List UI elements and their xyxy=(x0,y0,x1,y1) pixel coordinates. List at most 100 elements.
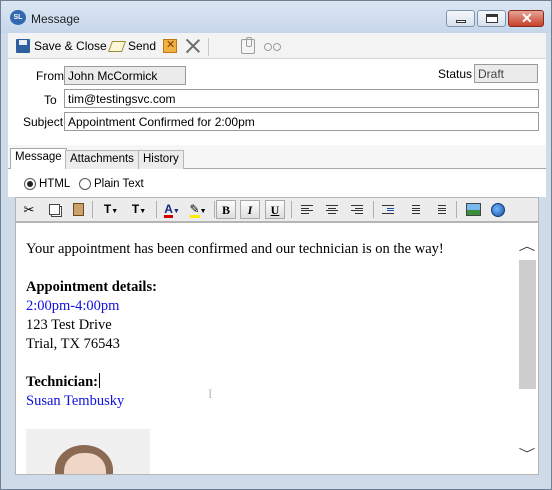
align-center-icon xyxy=(326,205,338,214)
subject-label: Subject xyxy=(23,115,64,129)
intro-text: Your appointment has been confirmed and … xyxy=(26,241,444,257)
to-field[interactable]: tim@testingsvc.com xyxy=(64,89,539,108)
technician-heading: Technician: xyxy=(26,374,98,390)
tab-message[interactable]: Message xyxy=(10,148,67,170)
plain-text-radio[interactable]: Plain Text xyxy=(79,178,144,190)
save-icon xyxy=(16,39,30,53)
minimize-icon xyxy=(456,20,466,23)
from-label: From xyxy=(36,69,64,83)
save-close-label: Save & Close xyxy=(34,39,107,53)
highlight-dropdown[interactable]: ✎▼ xyxy=(186,200,210,219)
to-label: To xyxy=(44,93,57,107)
close-window-button[interactable]: ✕ xyxy=(508,10,544,27)
message-body: Your appointment has been confirmed and … xyxy=(26,240,516,411)
attach-icon xyxy=(241,36,255,54)
editor-divider xyxy=(373,201,374,218)
toolbar-divider xyxy=(208,38,209,56)
tab-history[interactable]: History xyxy=(138,150,184,169)
text-cursor xyxy=(98,373,100,388)
attach-button[interactable] xyxy=(241,36,255,55)
main-toolbar: Save & Close Send xyxy=(8,33,546,59)
italic-button[interactable]: I xyxy=(240,200,260,219)
send-icon xyxy=(109,39,124,53)
bold-button[interactable]: B xyxy=(216,200,236,219)
chevron-down-icon: ▼ xyxy=(199,208,207,215)
close-x-icon xyxy=(185,38,201,54)
editor-divider xyxy=(92,201,93,218)
editor-divider xyxy=(156,201,157,218)
preview-icon xyxy=(264,41,282,51)
chevron-down-icon: ▼ xyxy=(139,208,147,215)
send-button[interactable]: Send xyxy=(109,37,156,55)
mouse-ibeam-icon: I xyxy=(208,386,213,401)
cut-button[interactable]: ✂ xyxy=(19,200,39,219)
html-label: HTML xyxy=(39,178,71,190)
insert-image-button[interactable] xyxy=(463,200,483,219)
vertical-scrollbar[interactable]: ︿ ﹀ xyxy=(519,233,536,465)
scroll-down-icon[interactable]: ﹀ xyxy=(519,445,536,462)
message-window: SL Message ✕ Save & Close Send From John xyxy=(0,0,552,490)
maximize-button[interactable] xyxy=(477,10,506,27)
paste-icon xyxy=(72,203,84,216)
image-icon xyxy=(465,203,481,216)
tab-attachments[interactable]: Attachments xyxy=(65,150,139,169)
font-color-icon: A xyxy=(164,202,173,218)
editor-divider xyxy=(291,201,292,218)
globe-link-icon xyxy=(491,203,505,217)
message-body-editor[interactable]: Your appointment has been confirmed and … xyxy=(15,222,539,475)
message-header: From John McCormick Status Draft To tim@… xyxy=(8,59,546,145)
indent-button[interactable] xyxy=(378,200,398,219)
align-left-button[interactable] xyxy=(297,200,317,219)
underline-button[interactable]: U xyxy=(265,200,285,219)
minimize-button[interactable] xyxy=(446,10,475,27)
address-line-1: 123 Test Drive xyxy=(26,317,112,333)
align-right-button[interactable] xyxy=(347,200,367,219)
scroll-up-icon[interactable]: ︿ xyxy=(519,237,536,254)
send-label: Send xyxy=(128,39,157,53)
font-color-dropdown[interactable]: A▼ xyxy=(160,200,184,219)
window-title: Message xyxy=(31,12,80,26)
html-radio[interactable]: HTML xyxy=(24,178,70,190)
copy-button[interactable] xyxy=(44,200,64,219)
status-field: Draft xyxy=(474,64,538,83)
font-style-dropdown[interactable]: T▼ xyxy=(98,200,124,219)
maximize-icon xyxy=(486,14,498,23)
technician-name: Susan Tembusky xyxy=(26,393,125,409)
chevron-down-icon: ▼ xyxy=(111,208,119,215)
copy-icon xyxy=(48,204,60,215)
save-close-button[interactable]: Save & Close xyxy=(16,37,107,55)
format-selector: HTML Plain Text xyxy=(8,169,546,197)
radio-selected-icon xyxy=(24,178,36,190)
indent-icon xyxy=(382,205,394,214)
delete-button[interactable] xyxy=(163,37,177,55)
bullet-list-icon xyxy=(434,205,446,214)
delete-icon xyxy=(163,38,177,53)
title-bar[interactable]: SL Message ✕ xyxy=(1,1,551,33)
numbered-list-icon xyxy=(408,205,420,214)
font-size-dropdown[interactable]: T▼ xyxy=(126,200,152,219)
preview-button[interactable] xyxy=(264,37,282,55)
insert-link-button[interactable] xyxy=(488,200,508,219)
align-right-icon xyxy=(351,205,363,214)
discard-button[interactable] xyxy=(185,37,201,55)
align-left-icon xyxy=(301,205,313,214)
subject-field[interactable]: Appointment Confirmed for 2:00pm xyxy=(64,112,539,131)
editor-divider xyxy=(214,201,215,218)
status-label: Status xyxy=(438,67,473,81)
highlighter-icon: ✎ xyxy=(189,202,200,218)
appointment-time: 2:00pm-4:00pm xyxy=(26,298,120,314)
editor-divider xyxy=(456,201,457,218)
details-heading: Appointment details: xyxy=(26,279,157,295)
tab-bar: Message Attachments History xyxy=(8,145,546,170)
from-field[interactable]: John McCormick xyxy=(64,66,186,85)
paste-button[interactable] xyxy=(68,200,88,219)
chevron-down-icon: ▼ xyxy=(172,208,180,215)
numbered-list-button[interactable] xyxy=(404,200,424,219)
radio-empty-icon xyxy=(79,178,91,190)
app-logo-icon: SL xyxy=(10,10,26,25)
plain-text-label: Plain Text xyxy=(94,178,144,190)
close-icon: ✕ xyxy=(521,10,533,26)
scrollbar-thumb[interactable] xyxy=(519,260,536,389)
bullet-list-button[interactable] xyxy=(430,200,450,219)
align-center-button[interactable] xyxy=(322,200,342,219)
